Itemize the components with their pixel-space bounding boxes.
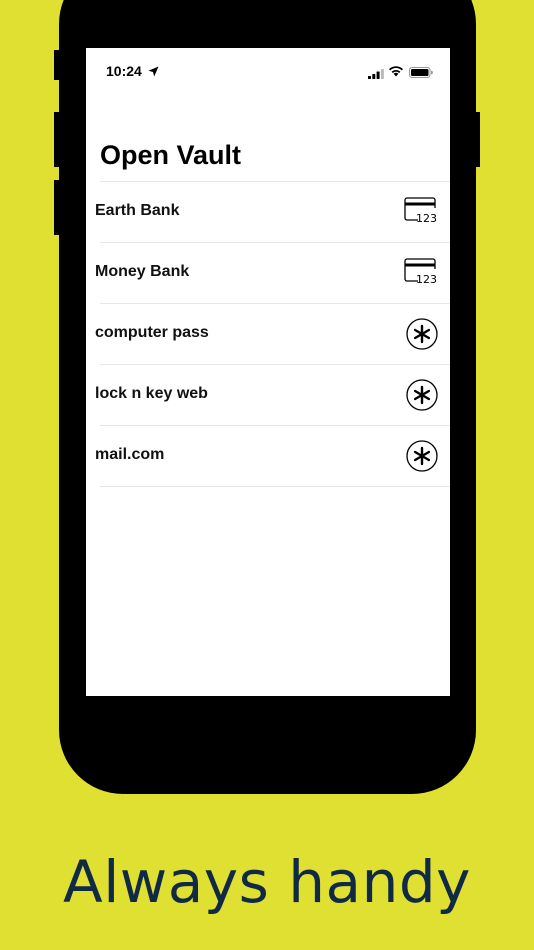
asterisk-icon	[406, 440, 438, 477]
list-item-label: Money Bank	[95, 263, 190, 280]
card-icon-text: 123	[416, 273, 437, 285]
credit-card-icon: 123	[404, 257, 438, 290]
phone-screen: 10:24 Open Vault Earth Bank 123 Money Ba…	[86, 48, 450, 696]
location-arrow-icon	[148, 64, 159, 82]
asterisk-icon	[406, 379, 438, 416]
list-item-label: Earth Bank	[95, 202, 180, 219]
status-bar: 10:24	[86, 48, 450, 94]
battery-icon	[409, 65, 433, 83]
card-icon-text: 123	[416, 212, 437, 224]
list-item-label: computer pass	[95, 324, 209, 341]
list-item-computer-pass[interactable]: computer pass	[95, 303, 450, 364]
credit-card-icon: 123	[404, 196, 438, 229]
list-item-money-bank[interactable]: Money Bank 123	[95, 242, 450, 303]
wifi-icon	[388, 64, 404, 82]
list-item-earth-bank[interactable]: Earth Bank 123	[95, 181, 450, 242]
tagline: Always handy	[63, 848, 471, 916]
status-time: 10:24	[106, 63, 142, 79]
list-item-label: mail.com	[95, 446, 165, 463]
cellular-signal-icon	[368, 66, 384, 84]
list-item-label: lock n key web	[95, 385, 208, 402]
vault-item-list: Earth Bank 123 Money Bank 123 computer p	[86, 181, 450, 487]
list-item-lock-n-key-web[interactable]: lock n key web	[95, 364, 450, 425]
asterisk-icon	[406, 318, 438, 355]
list-item-mail-com[interactable]: mail.com	[95, 425, 450, 487]
page-title: Open Vault	[100, 140, 242, 170]
